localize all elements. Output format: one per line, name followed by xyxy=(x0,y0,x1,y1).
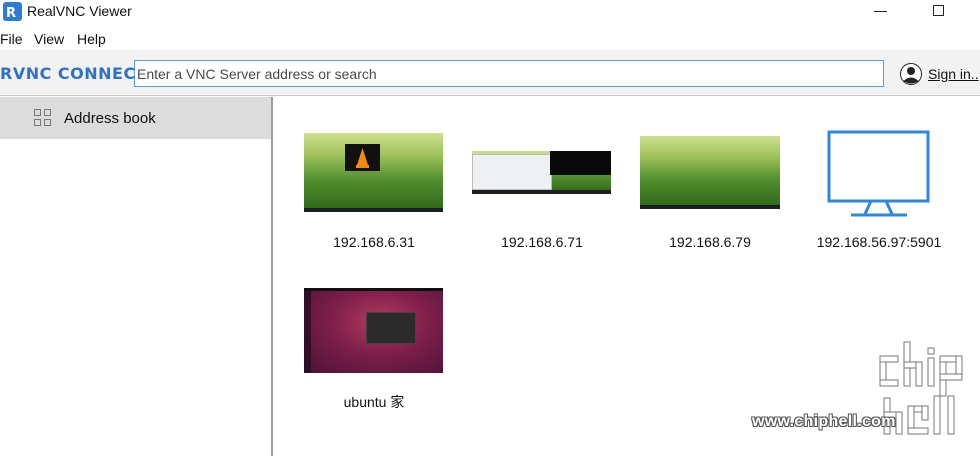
sign-in-button[interactable]: Sign in.. xyxy=(900,62,979,86)
connection-label: 192.168.6.79 xyxy=(669,234,751,250)
user-avatar-icon xyxy=(900,63,922,85)
connection-label: 192.168.6.71 xyxy=(501,234,583,250)
menu-file[interactable]: File xyxy=(0,31,23,47)
desktop-thumbnail xyxy=(472,151,611,194)
menu-view[interactable]: View xyxy=(34,31,64,47)
search-input[interactable] xyxy=(134,60,884,87)
svg-text:R: R xyxy=(6,6,16,21)
vlc-window xyxy=(345,144,380,171)
connection-label: 192.168.56.97:5901 xyxy=(816,234,942,250)
connection-tile[interactable]: 192.168.56.97:5901 xyxy=(794,130,964,255)
window-title: RealVNC Viewer xyxy=(27,3,132,19)
maximize-button[interactable] xyxy=(933,5,944,16)
connection-tile[interactable]: 192.168.6.79 xyxy=(625,130,795,255)
desktop-thumbnail xyxy=(304,288,443,373)
vnc-connect-logo: RVNC CONNECT xyxy=(0,64,148,83)
connection-label: ubuntu 家 xyxy=(343,394,405,410)
app-window xyxy=(472,154,552,190)
sidebar-item-address-book[interactable]: Address book xyxy=(0,97,271,139)
desktop-thumbnail xyxy=(640,136,780,209)
connection-tile[interactable]: ubuntu 家 xyxy=(289,288,459,413)
monitor-icon xyxy=(827,130,930,217)
connection-tile[interactable]: 192.168.6.71 xyxy=(457,130,627,255)
black-window xyxy=(550,151,611,175)
grid-icon xyxy=(34,109,52,127)
sign-in-label: Sign in.. xyxy=(928,66,979,82)
sidebar: Address book xyxy=(0,97,273,456)
realvnc-logo-icon: R xyxy=(3,2,22,21)
sidebar-item-label: Address book xyxy=(64,110,156,127)
desktop-thumbnail xyxy=(304,133,443,212)
connection-tile[interactable]: 192.168.6.31 xyxy=(289,130,459,255)
connection-label: 192.168.6.31 xyxy=(333,234,415,250)
minimize-button[interactable] xyxy=(874,11,888,25)
menu-help[interactable]: Help xyxy=(77,31,106,47)
terminal-window xyxy=(366,312,416,344)
watermark-text: www.chiphell.com xyxy=(752,413,896,430)
toolbar: RVNC CONNECT Sign in.. xyxy=(0,50,980,96)
title-bar: R RealVNC Viewer xyxy=(0,0,980,26)
